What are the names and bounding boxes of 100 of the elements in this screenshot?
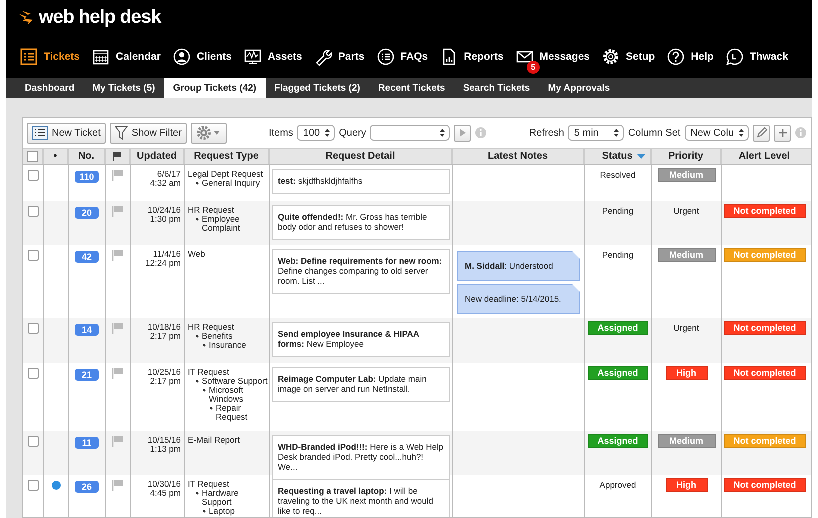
edit-button[interactable] xyxy=(753,124,770,142)
column-header[interactable]: Request Type xyxy=(194,151,259,162)
priority-text: Urgent xyxy=(672,206,700,216)
flag-icon[interactable] xyxy=(112,250,124,261)
settings-menu-button[interactable] xyxy=(190,122,227,144)
nav-tab[interactable]: Parts xyxy=(308,42,371,72)
add-button[interactable] xyxy=(774,124,792,142)
monitor-chart-icon xyxy=(244,48,262,66)
play-icon xyxy=(458,128,467,138)
column-header[interactable]: No. xyxy=(78,151,95,162)
updated-date: 10/15/16 xyxy=(146,436,181,445)
nav-tab[interactable]: Setup xyxy=(596,42,662,72)
subnav-tab[interactable]: Recent Tickets xyxy=(369,78,454,98)
flag-icon xyxy=(113,152,122,161)
updown-icon xyxy=(738,128,746,138)
column-header[interactable]: Request Detail xyxy=(326,151,396,162)
request-detail[interactable]: Requesting a travel laptop: I will be traveling to the UK next month and would like to req... xyxy=(272,479,450,517)
priority-badge: Medium xyxy=(658,168,716,182)
column-header[interactable]: Alert Level xyxy=(738,151,790,162)
nav-tab[interactable]: Help xyxy=(661,42,720,72)
subnav-tab[interactable]: My Tickets (5) xyxy=(84,78,164,98)
nav-tab[interactable]: Calendar xyxy=(86,42,167,72)
subnav-tab[interactable]: Group Tickets (42) xyxy=(164,78,266,98)
person-icon xyxy=(172,48,191,66)
app-logo-text: web help desk xyxy=(39,7,162,29)
row-checkbox[interactable] xyxy=(28,368,38,379)
request-detail[interactable]: Reimage Computer Lab: Update main image on server and run NetInstall. xyxy=(272,367,450,402)
list-circle-icon xyxy=(376,48,395,66)
row-checkbox[interactable] xyxy=(28,206,38,217)
request-type-text: IT Request xyxy=(188,368,230,377)
subnav-tab[interactable]: Search Tickets xyxy=(454,78,540,98)
request-type-text: Legal Dept Request xyxy=(188,170,264,179)
ticket-number[interactable]: 110 xyxy=(75,171,99,183)
status-badge: Assigned xyxy=(588,321,648,335)
request-detail[interactable]: WHD-Branded iPod!!!: Here is a Web Help Desk branded iPod. Pretty cool...huh?! We... xyxy=(272,435,450,480)
info-icon[interactable] xyxy=(475,127,488,139)
column-header[interactable]: Priority xyxy=(668,151,704,162)
request-detail[interactable]: Web: Define requirements for new room: Define changes comparing to old server room. List ... xyxy=(272,249,450,294)
column-header[interactable]: Latest Notes xyxy=(488,151,548,162)
nav-tab[interactable]: Reports xyxy=(434,42,510,72)
items-select[interactable]: 100 xyxy=(297,125,336,141)
alert-badge: Not completed xyxy=(724,248,806,262)
updated-time: 1:13 pm xyxy=(149,445,181,454)
ticket-number[interactable]: 26 xyxy=(75,481,99,493)
flag-icon[interactable] xyxy=(112,436,124,447)
alert-badge: Not completed xyxy=(724,321,806,335)
status-text: Pending xyxy=(601,206,635,216)
request-type-text: HR Request xyxy=(188,206,236,215)
column-header[interactable]: Updated xyxy=(137,151,177,162)
nav-tab[interactable]: Assets xyxy=(238,42,308,72)
row-checkbox[interactable] xyxy=(28,480,38,491)
row-checkbox[interactable] xyxy=(28,170,38,181)
row-checkbox[interactable] xyxy=(28,250,38,261)
flag-icon[interactable] xyxy=(112,206,124,217)
refresh-select[interactable]: 5 min xyxy=(568,125,624,141)
subnav-tab[interactable]: Flagged Tickets (2) xyxy=(266,78,370,98)
show-filter-button[interactable]: Show Filter xyxy=(110,122,187,144)
ticket-number[interactable]: 42 xyxy=(75,251,99,263)
nav-tab[interactable]: Thwack xyxy=(720,42,794,72)
flag-icon[interactable] xyxy=(112,323,124,334)
column-set-select[interactable]: New Colu xyxy=(684,125,750,141)
subnav-tab[interactable]: My Approvals xyxy=(539,78,620,98)
column-header[interactable]: • xyxy=(54,151,58,162)
priority-badge: High xyxy=(666,478,708,492)
request-detail[interactable]: test: skjdfhskldjhfalfhs xyxy=(272,169,450,194)
query-select[interactable] xyxy=(370,125,450,141)
ticket-number[interactable]: 20 xyxy=(75,207,99,219)
flag-icon[interactable] xyxy=(112,170,124,181)
nav-tab[interactable]: Messages 5 xyxy=(510,42,596,72)
new-ticket-button[interactable]: New Ticket xyxy=(27,122,106,144)
funnel-icon xyxy=(114,126,128,140)
help-icon xyxy=(667,48,686,66)
nav-tab[interactable]: Clients xyxy=(166,42,238,72)
request-detail[interactable]: Send employee Insurance & HIPAA forms: New Employee xyxy=(272,322,450,357)
updown-icon xyxy=(613,128,620,138)
pencil-icon xyxy=(756,127,768,139)
chat-bubble-icon xyxy=(726,48,744,66)
ticket-number[interactable]: 11 xyxy=(75,437,99,449)
request-type-text: Web xyxy=(188,250,206,259)
row-checkbox[interactable] xyxy=(28,323,38,334)
subnav-tab[interactable]: Dashboard xyxy=(16,78,84,98)
refresh-label: Refresh xyxy=(529,128,564,138)
request-type-text: HR Request xyxy=(188,323,236,332)
info-icon[interactable] xyxy=(795,127,808,139)
ticket-number[interactable]: 14 xyxy=(75,324,99,336)
gear-icon xyxy=(602,48,620,66)
run-button[interactable] xyxy=(454,124,472,142)
request-type-text: Software Support xyxy=(195,377,269,386)
flag-icon[interactable] xyxy=(112,368,124,379)
nav-tab[interactable]: FAQs xyxy=(370,42,434,72)
flag-icon[interactable] xyxy=(112,480,124,491)
column-header[interactable]: Status xyxy=(602,151,633,162)
request-detail[interactable]: Quite offended!: Mr. Gross has terrible body odor and refuses to shower! xyxy=(272,205,450,240)
ticket-number[interactable]: 21 xyxy=(75,369,99,381)
row-checkbox[interactable] xyxy=(28,436,38,447)
status-text: Approved xyxy=(598,480,638,490)
gear-icon xyxy=(196,125,222,141)
note-card: New deadline: 5/14/2015. xyxy=(457,284,580,314)
select-all-checkbox[interactable] xyxy=(27,151,38,162)
nav-tab[interactable]: Tickets xyxy=(14,42,86,72)
